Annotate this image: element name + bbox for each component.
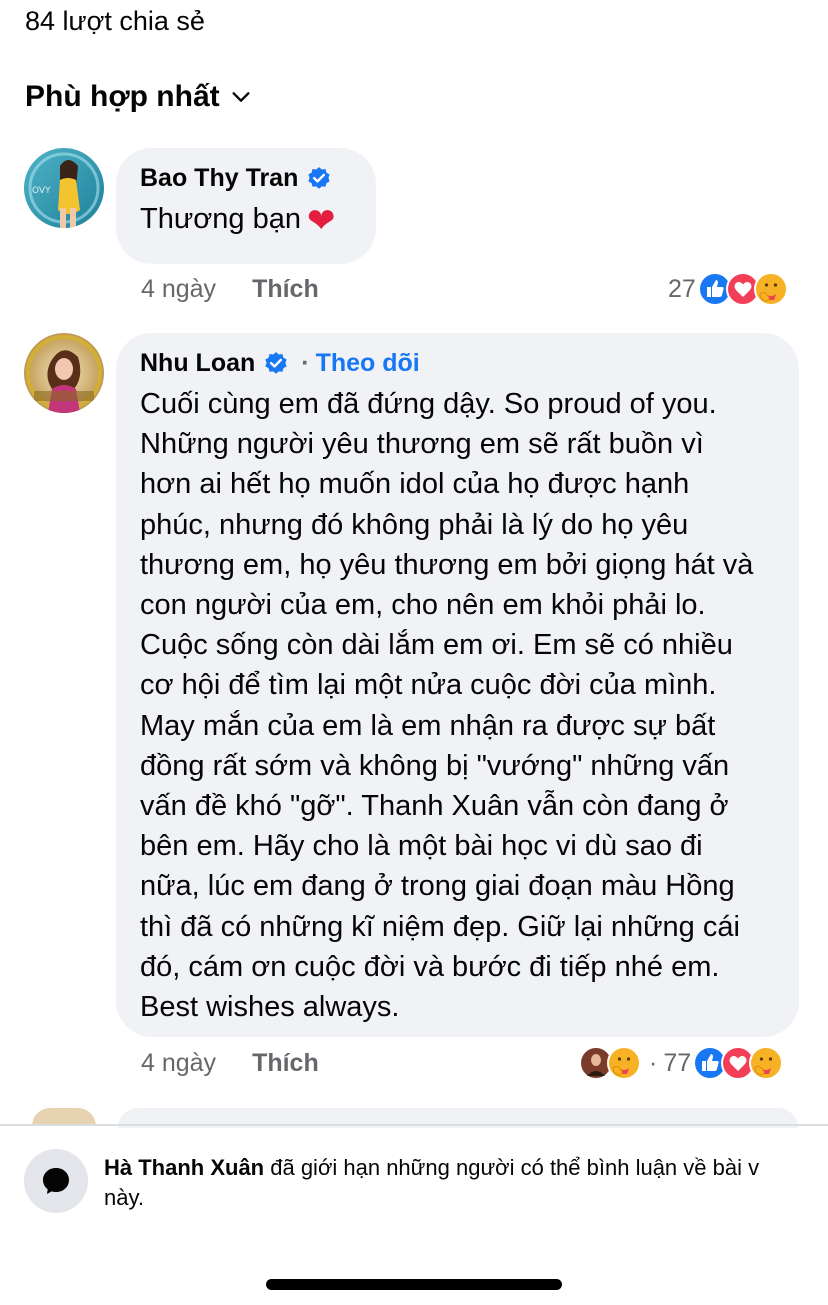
comment-limit-avatar (24, 1149, 88, 1213)
comment-text: Thương bạn ❤ (140, 199, 352, 241)
comment-line: Những người yêu thương em sẽ rất buồn vì (140, 428, 704, 461)
like-button[interactable]: Thích (252, 1049, 319, 1078)
home-indicator[interactable] (266, 1279, 562, 1290)
comment-line: bên em. Hãy cho là một bài học vi dù sao… (140, 830, 703, 863)
comment-line: đó, cám ơn cuộc đời và bước đi tiếp nhé … (140, 950, 720, 983)
comment-bubble: Nhu Loan · Theo dõi Cuối cùng em đã đứng … (116, 333, 799, 1037)
chevron-down-icon (232, 92, 250, 102)
care-icon (753, 272, 788, 306)
verified-badge-icon (308, 166, 330, 189)
avatar[interactable] (24, 333, 104, 413)
chat-bubble-icon (43, 1168, 69, 1194)
comment-text: Cuối cùng em đã đứng dậy. So proud of yo… (140, 384, 775, 1027)
comment-line: Cuối cùng em đã đứng dậy. So proud of yo… (140, 388, 717, 420)
sort-label: Phù hợp nhất (25, 80, 220, 113)
reaction-count: 27 (668, 274, 696, 303)
comment-line: hơn ai hết họ muốn idol của họ được hạnh (140, 468, 690, 501)
follow-button[interactable]: · Theo dõi (301, 349, 419, 378)
comment-time[interactable]: 4 ngày (141, 1049, 216, 1078)
care-icon (607, 1046, 641, 1080)
comment-line: con người của em, cho nên em khỏi phải l… (140, 589, 706, 622)
comment-line: May mắn của em là em nhận ra được sự bất (140, 709, 716, 742)
heart-emoji-icon: ❤ (306, 202, 336, 240)
comment-line: nữa, lúc em đang ở trong giai đoạn màu H… (140, 870, 735, 903)
comment-line: Cuộc sống còn dài lắm em ơi. Em sẽ có nh… (140, 629, 733, 662)
separator-dot: · (649, 1048, 658, 1077)
page-owner-name[interactable]: Hà Thanh Xuân (104, 1155, 264, 1180)
restriction-message: đã giới hạn những người có thể bình luận… (264, 1155, 760, 1180)
reply-reactions[interactable]: · 77 (579, 1046, 784, 1080)
comment-meta: 4 ngày Thích (141, 1049, 319, 1078)
comment-line: đồng rất sớm và không bị "vướng" những v… (140, 749, 730, 782)
comment-text-content: Thương bạn (140, 203, 301, 235)
reaction-count: 77 (663, 1048, 692, 1077)
share-count[interactable]: 84 lượt chia sẻ (25, 6, 205, 37)
care-icon (749, 1046, 784, 1080)
comment-line: Best wishes always. (140, 991, 400, 1024)
sort-dropdown[interactable]: Phù hợp nhất (25, 80, 252, 114)
comment-line: thương em, họ yêu thương em bởi giọng há… (140, 548, 754, 581)
verified-badge-icon (265, 351, 287, 374)
restriction-message-line2: này. (104, 1185, 144, 1210)
comment-line: thì đã có những kĩ niệm đẹp. Giữ lại nhữ… (140, 910, 740, 943)
comment-bubble: Bao Thy Tran Thương bạn ❤ (116, 148, 376, 264)
author-name[interactable]: Bao Thy Tran (140, 164, 298, 193)
follow-label: Theo dõi (315, 349, 420, 377)
avatar[interactable]: OVY (24, 148, 104, 228)
divider (0, 1124, 828, 1126)
comment-author[interactable]: Bao Thy Tran (140, 164, 352, 193)
comment-line: cơ hội để tìm lại một nửa cuộc đời của m… (140, 669, 717, 702)
like-button[interactable]: Thích (252, 275, 319, 304)
comment-line: phúc, nhưng đó không phải là lý do họ yê… (140, 508, 689, 541)
comment-meta: 4 ngày Thích (141, 275, 319, 304)
comment-line: vấn đề khó "gỡ". Thanh Xuân vẫn còn đang… (140, 790, 729, 823)
author-name[interactable]: Nhu Loan (140, 349, 255, 378)
svg-text:OVY: OVY (32, 186, 51, 196)
comment-author[interactable]: Nhu Loan · Theo dõi (140, 349, 775, 378)
reaction-summary[interactable]: 27 (668, 272, 788, 306)
comment-time[interactable]: 4 ngày (141, 275, 216, 304)
comment-restriction-notice: Hà Thanh Xuân đã giới hạn những người có… (104, 1153, 828, 1213)
